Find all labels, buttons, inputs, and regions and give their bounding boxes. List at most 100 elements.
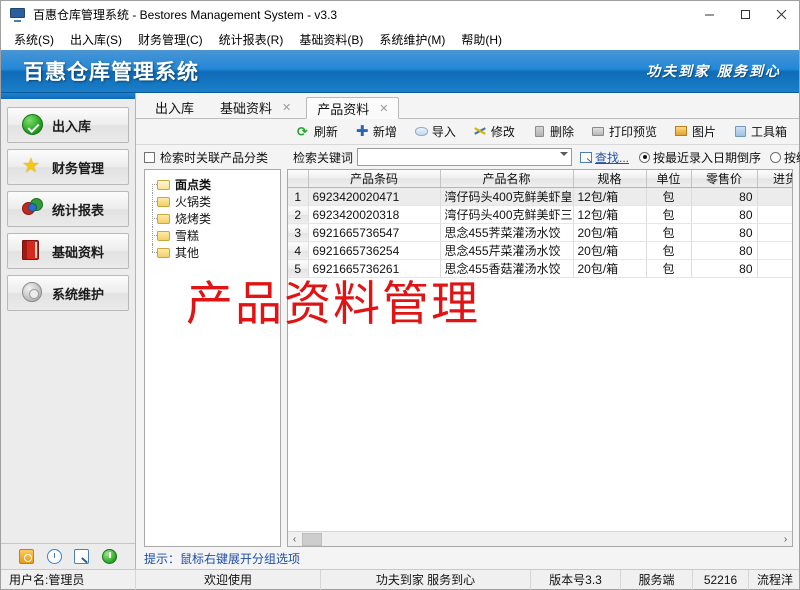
button-label: 刷新 — [313, 125, 338, 139]
cell-barcode: 6921665736547 — [308, 223, 441, 242]
link-category-checkbox-wrap[interactable]: 检索时关联产品分类 — [144, 149, 287, 166]
folder-open-icon — [157, 179, 170, 190]
menu-item-reports[interactable]: 统计报表(R) — [211, 29, 292, 51]
row-index: 5 — [288, 259, 309, 278]
table-row[interactable]: 4 6921665736254 思念455芹菜灌汤水饺 20包/箱 包 80 6… — [288, 241, 792, 260]
title-bar: 百惠仓库管理系统 - Bestores Management System - … — [1, 1, 799, 29]
close-button[interactable] — [763, 1, 799, 29]
power-icon[interactable] — [101, 549, 117, 564]
printer-icon — [591, 125, 605, 138]
status-slogan: 功夫到家 服务到心 — [321, 569, 531, 590]
column-header-cost-price[interactable]: 进货价 — [757, 170, 792, 188]
hint-text: 提示：鼠标右键展开分组选项 — [144, 551, 301, 566]
menu-item-finance[interactable]: 财务管理(C) — [130, 29, 211, 51]
find-button[interactable]: 查找... — [580, 149, 629, 166]
clock-icon[interactable] — [46, 549, 62, 564]
column-header-spec[interactable]: 规格 — [573, 170, 647, 188]
tree-node-label: 其他 — [175, 246, 200, 260]
table-row[interactable]: 3 6921665736547 思念455荠菜灌汤水饺 20包/箱 包 80 6… — [288, 223, 792, 242]
link-category-checkbox[interactable] — [144, 151, 155, 163]
column-header-barcode[interactable]: 产品条码 — [308, 170, 441, 188]
refresh-button[interactable]: ⟳ 刷新 — [297, 123, 338, 140]
sidebar-item-basedata[interactable]: 基础资料 — [7, 233, 129, 269]
tree-node-shaoKao[interactable]: 烧烤类 — [145, 210, 280, 227]
menu-item-inout[interactable]: 出入库(S) — [62, 29, 130, 51]
cell-retail: 80 — [691, 223, 758, 242]
folder-icon — [157, 230, 170, 241]
product-grid[interactable]: 产品条码 产品名称 规格 单位 零售价 进货价 1 692342 — [288, 170, 792, 278]
cell-unit: 包 — [646, 205, 692, 224]
cell-cost: 60 — [757, 187, 792, 206]
tab-label: 出入库 — [155, 101, 195, 116]
tree-node-label: 烧烤类 — [175, 212, 212, 226]
chevron-down-icon[interactable] — [560, 152, 569, 156]
yellow-star-icon: ★ — [22, 155, 40, 177]
menu-bar: 系统(S) 出入库(S) 财务管理(C) 统计报表(R) 基础资料(B) 系统维… — [1, 29, 799, 50]
tab-inout[interactable]: 出入库 — [144, 96, 205, 118]
minimize-button[interactable] — [691, 1, 727, 29]
keyword-combobox[interactable] — [357, 148, 573, 166]
cell-spec: 12包/箱 — [573, 187, 647, 206]
radio-dot[interactable] — [639, 151, 651, 163]
tab-basedata[interactable]: 基础资料 ✕ — [209, 96, 302, 118]
table-row[interactable]: 1 6923420020471 湾仔码头400克鲜美虾皇小 12包/箱 包 80… — [288, 187, 792, 206]
tree-node-qiTa[interactable]: 其他 — [145, 244, 280, 261]
column-header-index[interactable] — [288, 170, 309, 188]
tree-node-mianDian[interactable]: 面点类 — [145, 176, 280, 193]
sort-option-recent[interactable]: 按最近录入日期倒序 — [639, 149, 761, 166]
category-tree[interactable]: 面点类 火锅类 烧烤类 雪糕 其他 — [144, 169, 281, 547]
cell-cost: 60 — [757, 205, 792, 224]
cell-barcode: 6921665736254 — [308, 241, 441, 260]
button-label: 工具箱 — [750, 125, 787, 139]
grid-horizontal-scrollbar[interactable]: ‹ › — [288, 531, 792, 546]
column-header-unit[interactable]: 单位 — [646, 170, 692, 188]
tab-product-data[interactable]: 产品资料 ✕ — [306, 97, 400, 119]
scrollbar-thumb[interactable] — [302, 532, 322, 546]
import-button[interactable]: 导入 — [414, 123, 456, 140]
sidebar-item-reports[interactable]: 统计报表 — [7, 191, 129, 227]
menu-item-maintenance[interactable]: 系统维护(M) — [371, 29, 453, 51]
tree-node-huoGuo[interactable]: 火锅类 — [145, 193, 280, 210]
sidebar-item-maintenance[interactable]: 系统维护 — [7, 275, 129, 311]
body-area: 出入库 ★ 财务管理 统计报表 基础资料 系统维护 出入库 基础资料 ✕ 产品资… — [1, 93, 800, 569]
menu-item-help[interactable]: 帮助(H) — [453, 29, 510, 51]
column-header-retail-price[interactable]: 零售价 — [691, 170, 758, 188]
column-header-name[interactable]: 产品名称 — [440, 170, 574, 188]
refresh-icon: ⟳ — [296, 124, 308, 139]
button-label: 删除 — [549, 125, 574, 139]
toolbox-button[interactable]: 工具箱 — [734, 123, 787, 140]
print-preview-button[interactable]: 打印预览 — [591, 123, 657, 140]
add-button[interactable]: ✚ 新增 — [356, 123, 397, 140]
delete-button[interactable]: 删除 — [533, 123, 574, 140]
application-window: 百惠仓库管理系统 - Bestores Management System - … — [0, 0, 800, 590]
scroll-left-icon[interactable]: ‹ — [288, 534, 301, 545]
radio-dot[interactable] — [770, 151, 782, 163]
cell-retail: 80 — [691, 205, 758, 224]
sidebar: 出入库 ★ 财务管理 统计报表 基础资料 系统维护 — [1, 93, 136, 569]
menu-item-basedata[interactable]: 基础资料(B) — [291, 29, 371, 51]
image-button[interactable]: 图片 — [674, 123, 716, 140]
search-icon[interactable] — [74, 549, 90, 564]
table-row[interactable]: 5 6921665736261 思念455香菇灌汤水饺 20包/箱 包 80 6… — [288, 259, 792, 278]
tree-node-xueGao[interactable]: 雪糕 — [145, 227, 280, 244]
maximize-button[interactable] — [727, 1, 763, 29]
sidebar-item-label: 出入库 — [52, 118, 92, 134]
tab-close-icon[interactable]: ✕ — [379, 102, 388, 115]
tab-close-icon[interactable]: ✕ — [282, 101, 291, 114]
search-input[interactable] — [358, 149, 572, 165]
edit-button[interactable]: 修改 — [474, 123, 515, 140]
cell-cost: 60 — [757, 259, 792, 278]
sidebar-item-inout[interactable]: 出入库 — [7, 107, 129, 143]
sidebar-item-finance[interactable]: ★ 财务管理 — [7, 149, 129, 185]
cell-name: 湾仔码头400克鲜美虾皇小 — [440, 187, 574, 206]
status-extra: 流程洋 — [757, 573, 794, 587]
menu-item-system[interactable]: 系统(S) — [6, 29, 62, 51]
scroll-right-icon[interactable]: › — [779, 534, 792, 545]
sort-option-code[interactable]: 按编号 — [770, 149, 800, 166]
key-icon[interactable] — [19, 549, 35, 564]
cell-unit: 包 — [646, 187, 692, 206]
table-row[interactable]: 2 6923420020318 湾仔码头400克鲜美虾三鲜 12包/箱 包 80… — [288, 205, 792, 224]
cell-spec: 20包/箱 — [573, 223, 647, 242]
cell-name: 思念455荠菜灌汤水饺 — [440, 223, 574, 242]
tree-node-label: 雪糕 — [175, 229, 200, 243]
